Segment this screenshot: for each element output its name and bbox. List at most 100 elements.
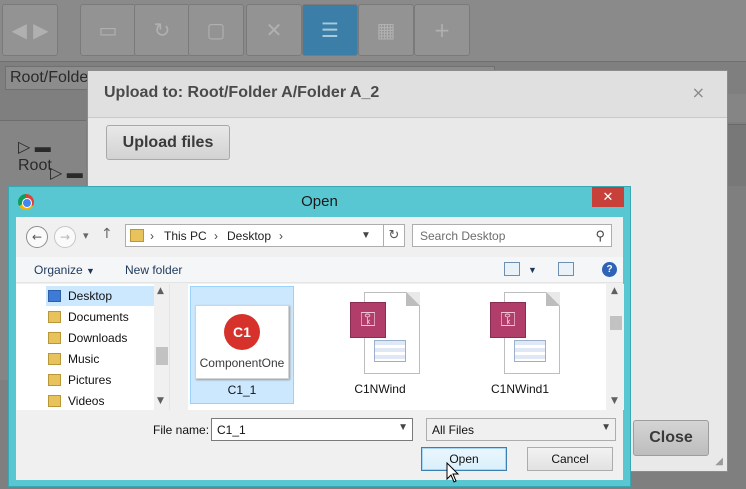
- videos-icon: [48, 395, 61, 407]
- forward-button[interactable]: →: [54, 226, 76, 248]
- file-item-c1nwind[interactable]: ⚿ C1NWind: [328, 286, 432, 404]
- details-header: [728, 124, 746, 186]
- delete-button[interactable]: ✕: [246, 4, 302, 56]
- folder-icon: ▬: [34, 139, 51, 156]
- back-forward-button[interactable]: ◀ ▶: [2, 4, 58, 56]
- chevron-right-icon: ›: [279, 229, 283, 243]
- chevron-down-icon[interactable]: ▼: [361, 230, 371, 241]
- chevron-right-icon: ›: [150, 229, 154, 243]
- documents-icon: [48, 311, 61, 323]
- chevron-right-icon: ▷: [50, 165, 67, 182]
- music-icon: [48, 353, 61, 365]
- search-icon: ⚲: [595, 228, 605, 243]
- close-icon: ✕: [602, 189, 614, 205]
- upload-modal-header: Upload to: Root/Folder A/Folder A_2 ×: [88, 71, 727, 118]
- refresh-button[interactable]: ↻: [383, 224, 405, 247]
- mouse-cursor-icon: [446, 462, 460, 483]
- breadcrumb-this-pc[interactable]: This PC: [164, 229, 207, 243]
- search-input[interactable]: Search Desktop ⚲: [412, 224, 612, 247]
- key-icon: ⚿: [490, 302, 526, 338]
- close-icon[interactable]: ×: [692, 83, 705, 102]
- breadcrumb-desktop[interactable]: Desktop: [227, 229, 271, 243]
- chevron-up-icon: ▲: [611, 286, 618, 296]
- nav-scrollbar[interactable]: ▲ ▼: [154, 284, 169, 410]
- nav-item-downloads[interactable]: Downloads: [46, 328, 162, 348]
- upload-button[interactable]: +: [414, 4, 470, 56]
- change-view-icon[interactable]: [504, 262, 520, 276]
- chevron-down-icon: ▼: [86, 266, 95, 276]
- access-database-icon: ⚿: [490, 292, 562, 378]
- scrollbar-thumb[interactable]: [156, 347, 168, 365]
- list-view-button[interactable]: ☰: [302, 4, 358, 56]
- file-list-scrollbar[interactable]: ▲ ▼: [608, 284, 624, 410]
- dialog-close-button[interactable]: ✕: [592, 187, 624, 207]
- recent-locations-dropdown[interactable]: ▾: [83, 229, 89, 242]
- file-list: C1 ComponentOne C1_1 ⚿ C1NWind ⚿ C1NWind…: [188, 284, 606, 410]
- chevron-down-icon: ▼: [601, 422, 611, 433]
- nav-item-music[interactable]: Music: [46, 349, 162, 369]
- organize-menu[interactable]: Organize ▼: [34, 263, 95, 277]
- close-icon: ✕: [265, 18, 283, 42]
- address-bar[interactable]: › This PC › Desktop › ▼: [125, 224, 400, 247]
- tree-child[interactable]: ▷ ▬: [50, 163, 83, 183]
- search-placeholder: Search Desktop: [420, 229, 506, 243]
- up-button[interactable]: ↑: [101, 226, 113, 242]
- chevron-up-icon: ▲: [157, 286, 164, 296]
- refresh-icon: ↻: [153, 18, 171, 42]
- grid-view-button[interactable]: ▦: [358, 4, 414, 56]
- file-label: C1NWind1: [490, 382, 550, 396]
- nav-item-desktop[interactable]: Desktop: [46, 286, 162, 306]
- list-icon: ☰: [321, 18, 339, 42]
- cancel-button[interactable]: Cancel: [527, 447, 613, 471]
- file-name-input[interactable]: C1_1 ▼: [211, 418, 413, 441]
- resize-grip-icon[interactable]: ◢: [715, 456, 723, 467]
- open-button[interactable]: Open: [421, 447, 507, 471]
- close-button[interactable]: Close: [633, 420, 709, 456]
- table-icon: [514, 340, 546, 362]
- arrow-up-icon: ↑: [101, 226, 113, 242]
- chevron-down-icon[interactable]: ▼: [398, 422, 408, 433]
- upload-modal-title: Upload to: Root/Folder A/Folder A_2: [104, 84, 380, 101]
- upload-files-button[interactable]: Upload files: [106, 125, 230, 160]
- arrows-icon: ◀ ▶: [11, 18, 49, 42]
- chevron-down-icon[interactable]: ▼: [528, 265, 537, 275]
- refresh-button[interactable]: ↻: [134, 4, 190, 56]
- arrow-left-icon: ←: [31, 230, 43, 244]
- help-icon[interactable]: ?: [602, 262, 617, 277]
- command-bar: Organize ▼ New folder ▼ ?: [16, 257, 623, 283]
- scrollbar-thumb[interactable]: [610, 316, 622, 330]
- file-manager-toolbar: ◀ ▶ ▭ ↻ ▢ ✕ ☰ ▦ +: [0, 0, 746, 62]
- back-button[interactable]: ←: [26, 226, 48, 248]
- new-folder-button[interactable]: ▢: [188, 4, 244, 56]
- file-item-c1nwind1[interactable]: ⚿ C1NWind1: [468, 286, 572, 404]
- nav-item-videos[interactable]: Videos: [46, 391, 162, 410]
- search-icon[interactable]: [728, 94, 746, 122]
- chevron-right-icon: ›: [214, 229, 218, 243]
- pictures-icon: [48, 374, 61, 386]
- file-label: C1_1: [227, 383, 257, 397]
- plus-icon: +: [433, 18, 451, 42]
- access-database-icon: ⚿: [350, 292, 422, 378]
- nav-item-documents[interactable]: Documents: [46, 307, 162, 327]
- dialog-title: Open: [301, 193, 338, 210]
- open-folder-button[interactable]: ▭: [80, 4, 136, 56]
- new-folder-button[interactable]: New folder: [125, 263, 182, 277]
- folder-icon: ▬: [66, 165, 83, 182]
- new-folder-icon: ▢: [206, 18, 226, 42]
- nav-item-pictures[interactable]: Pictures: [46, 370, 162, 390]
- componentone-thumbnail: C1 ComponentOne: [195, 305, 289, 379]
- downloads-icon: [48, 332, 61, 344]
- grid-icon: ▦: [376, 18, 396, 42]
- chevron-down-icon: ▾: [83, 229, 89, 242]
- dialog-body: ← → ▾ ↑ › This PC › Desktop › ▼ ↻ Search…: [16, 217, 624, 480]
- file-type-select[interactable]: All Files ▼: [426, 418, 616, 441]
- file-name-label: File name:: [153, 423, 210, 437]
- navigation-pane: Desktop Documents Downloads Music Pictur…: [16, 284, 170, 410]
- preview-pane-icon[interactable]: [558, 262, 574, 276]
- file-item-c1-1[interactable]: C1 ComponentOne C1_1: [190, 286, 294, 404]
- key-icon: ⚿: [350, 302, 386, 338]
- file-label: C1NWind: [354, 382, 406, 396]
- table-icon: [374, 340, 406, 362]
- blue-folder-icon: [48, 290, 61, 302]
- arrow-right-icon: →: [59, 230, 71, 244]
